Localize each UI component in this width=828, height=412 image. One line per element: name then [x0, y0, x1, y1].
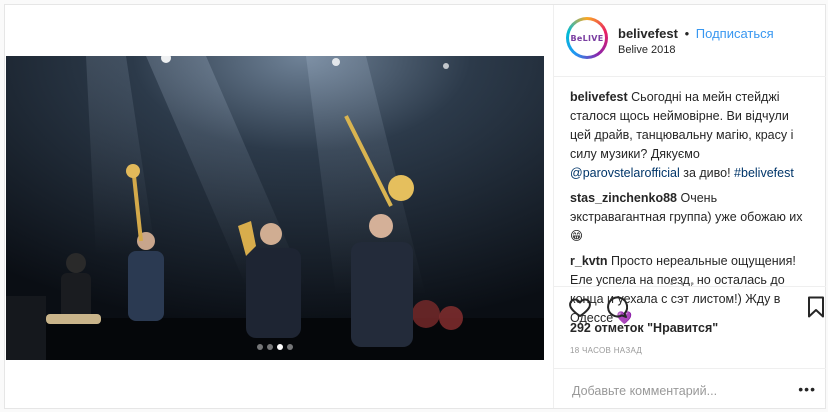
post-timestamp[interactable]: 18 ЧАСОВ НАЗАД: [570, 346, 642, 355]
comment-username[interactable]: stas_zinchenko88: [570, 191, 677, 205]
post-container: BeLIVE belivefest • Подписаться Belive 2…: [4, 4, 826, 409]
more-options-icon[interactable]: •••: [798, 381, 816, 397]
carousel-dot[interactable]: [287, 344, 293, 350]
add-comment-bar: •••: [554, 368, 826, 409]
post-photo[interactable]: [6, 56, 544, 360]
comment-icon[interactable]: [604, 295, 628, 319]
caption: belivefest Сьогодні на мейн стейджі стал…: [570, 88, 810, 183]
carousel-dot[interactable]: [257, 344, 263, 350]
mention-link[interactable]: @parovstelarofficial: [570, 166, 680, 180]
header-user-line: belivefest • Подписаться: [618, 26, 774, 41]
post-header: BeLIVE belivefest • Подписаться Belive 2…: [554, 5, 826, 77]
comment-username[interactable]: r_kvtn: [570, 254, 608, 268]
likes-count[interactable]: 292 отметок "Нравится": [570, 321, 718, 335]
avatar-logo: BeLIVE: [569, 20, 605, 56]
comment-item: stas_zinchenko88 Очень экстравагантная г…: [570, 189, 810, 246]
follow-button[interactable]: Подписаться: [696, 26, 774, 41]
post-sidebar: BeLIVE belivefest • Подписаться Belive 2…: [553, 5, 826, 408]
header-username[interactable]: belivefest: [618, 26, 678, 41]
header-separator: •: [684, 26, 690, 41]
carousel-dot[interactable]: [267, 344, 273, 350]
hashtag-link[interactable]: #belivefest: [734, 166, 794, 180]
avatar-logo-text: BeLIVE: [570, 33, 604, 43]
heart-icon[interactable]: [568, 295, 592, 319]
comment-text-cont: за диво!: [679, 166, 735, 180]
comment-username[interactable]: belivefest: [570, 90, 628, 104]
avatar[interactable]: BeLIVE: [566, 17, 608, 59]
post-location[interactable]: Belive 2018: [618, 44, 676, 56]
post-media: [5, 5, 553, 408]
comment-input[interactable]: [570, 381, 774, 401]
carousel-dots: [6, 344, 544, 350]
concert-image: [6, 56, 544, 360]
carousel-dot-active[interactable]: [277, 344, 283, 350]
bookmark-icon[interactable]: [804, 295, 828, 319]
